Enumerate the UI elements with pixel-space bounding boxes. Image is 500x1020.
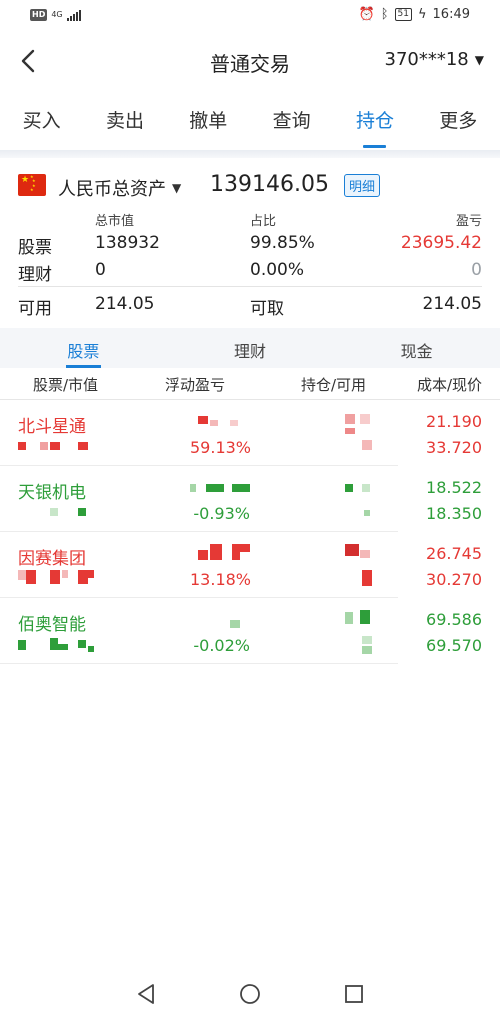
stock-name: 因赛集团 <box>18 549 86 569</box>
alarm-icon: ⏰ <box>358 7 375 22</box>
account-selector[interactable]: 370***18 ▼ <box>385 49 485 70</box>
current-price: 33.720 <box>426 438 482 457</box>
subtab-stocks[interactable]: 股票 <box>0 328 167 368</box>
nav-home-icon[interactable] <box>238 982 262 1006</box>
status-bar: HD 4G ⏰ ᛒ 51 ϟ 16:49 <box>0 0 500 32</box>
status-right: ⏰ ᛒ 51 ϟ 16:49 <box>359 7 471 22</box>
available-label: 可用 <box>18 299 52 319</box>
status-left: HD 4G <box>30 9 81 21</box>
system-nav-bar <box>0 970 500 1020</box>
bluetooth-icon: ᛒ <box>380 7 389 22</box>
wealth-ratio: 0.00% <box>250 260 305 280</box>
col-floating-pnl: 浮动盈亏 <box>165 376 226 394</box>
current-price: 18.350 <box>426 504 482 523</box>
nav-recents-icon[interactable] <box>342 982 366 1006</box>
col-holding: 持仓/可用 <box>301 376 367 394</box>
tab-more[interactable]: 更多 <box>417 100 500 150</box>
network-type: 4G <box>51 10 63 19</box>
total-assets: 139146.05 <box>210 172 329 197</box>
trade-tabs: 买入 卖出 撤单 查询 持仓 更多 <box>0 100 500 150</box>
current-price: 69.570 <box>426 636 482 655</box>
stocks-market-value: 138932 <box>95 233 160 253</box>
cost-price: 26.745 <box>426 544 482 563</box>
account-number: 370***18 <box>384 49 469 70</box>
pnl-percent: -0.02% <box>193 636 250 655</box>
col-stock: 股票/市值 <box>33 376 99 394</box>
detail-button[interactable]: 明细 <box>344 174 381 197</box>
position-row[interactable]: 天银机电 -0.93% 18.522 18.350 <box>0 466 500 532</box>
nav-bar: 普通交易 370***18 ▼ <box>0 36 500 86</box>
tab-sell[interactable]: 卖出 <box>83 100 166 150</box>
china-flag-icon: ★ ★ ★ ★ ★ <box>18 174 46 196</box>
tabs-divider <box>0 150 500 158</box>
wealth-pnl: 0 <box>471 260 482 280</box>
stock-name: 天银机电 <box>18 483 86 503</box>
signal-icon <box>66 9 81 21</box>
position-row[interactable]: 佰奥智能 -0.02% 69.586 69.570 <box>0 598 500 664</box>
position-row[interactable]: 北斗星通 59.13% 21.190 33.720 <box>0 400 500 466</box>
dropdown-triangle-icon: ▼ <box>474 52 484 67</box>
positions-header: 股票/市值 浮动盈亏 持仓/可用 成本/现价 <box>0 368 500 400</box>
wealth-market-value: 0 <box>95 260 106 280</box>
stock-name: 北斗星通 <box>18 417 86 437</box>
asset-summary: ★ ★ ★ ★ ★ 人民币总资产 ▼ 139146.05 明细 总市值 占比 盈… <box>0 158 500 328</box>
cost-price: 69.586 <box>426 610 482 629</box>
available-value: 214.05 <box>95 294 155 314</box>
stock-name: 佰奥智能 <box>18 615 86 635</box>
subtab-wealth[interactable]: 理财 <box>167 328 334 368</box>
col-cost-price: 成本/现价 <box>416 376 482 394</box>
hd-badge: HD <box>30 9 48 21</box>
row-divider <box>0 663 398 664</box>
stocks-ratio: 99.85% <box>250 233 315 253</box>
battery-icon: 51 <box>394 8 412 21</box>
asset-label: 人民币总资产 <box>58 179 166 200</box>
asset-currency-selector[interactable]: 人民币总资产 ▼ <box>58 175 181 201</box>
pnl-percent: 13.18% <box>190 570 252 589</box>
charging-icon: ϟ <box>417 7 427 22</box>
tab-buy[interactable]: 买入 <box>0 100 83 150</box>
wealth-label: 理财 <box>18 265 52 285</box>
holding-type-tabs: 股票 理财 现金 <box>0 328 500 368</box>
cost-price: 21.190 <box>426 412 482 431</box>
subtab-cash[interactable]: 现金 <box>333 328 500 368</box>
stocks-pnl: 23695.42 <box>400 233 482 253</box>
withdrawable-label: 可取 <box>250 299 284 319</box>
nav-back-icon[interactable] <box>134 982 158 1006</box>
summary-divider <box>18 286 482 287</box>
tab-positions[interactable]: 持仓 <box>333 100 416 150</box>
dropdown-triangle-icon: ▼ <box>172 181 182 195</box>
header-pnl: 盈亏 <box>455 214 482 229</box>
cost-price: 18.522 <box>426 478 482 497</box>
clock: 16:49 <box>432 7 470 22</box>
pnl-percent: 59.13% <box>190 438 252 457</box>
header-market-value: 总市值 <box>95 214 135 229</box>
tab-query[interactable]: 查询 <box>250 100 333 150</box>
current-price: 30.270 <box>426 570 482 589</box>
pnl-percent: -0.93% <box>193 504 250 523</box>
header-ratio: 占比 <box>250 214 277 229</box>
tab-cancel-order[interactable]: 撤单 <box>167 100 250 150</box>
withdrawable-value: 214.05 <box>422 294 482 314</box>
position-row[interactable]: 因赛集团 13.18% 26.745 30.270 <box>0 532 500 598</box>
stocks-label: 股票 <box>18 238 52 258</box>
